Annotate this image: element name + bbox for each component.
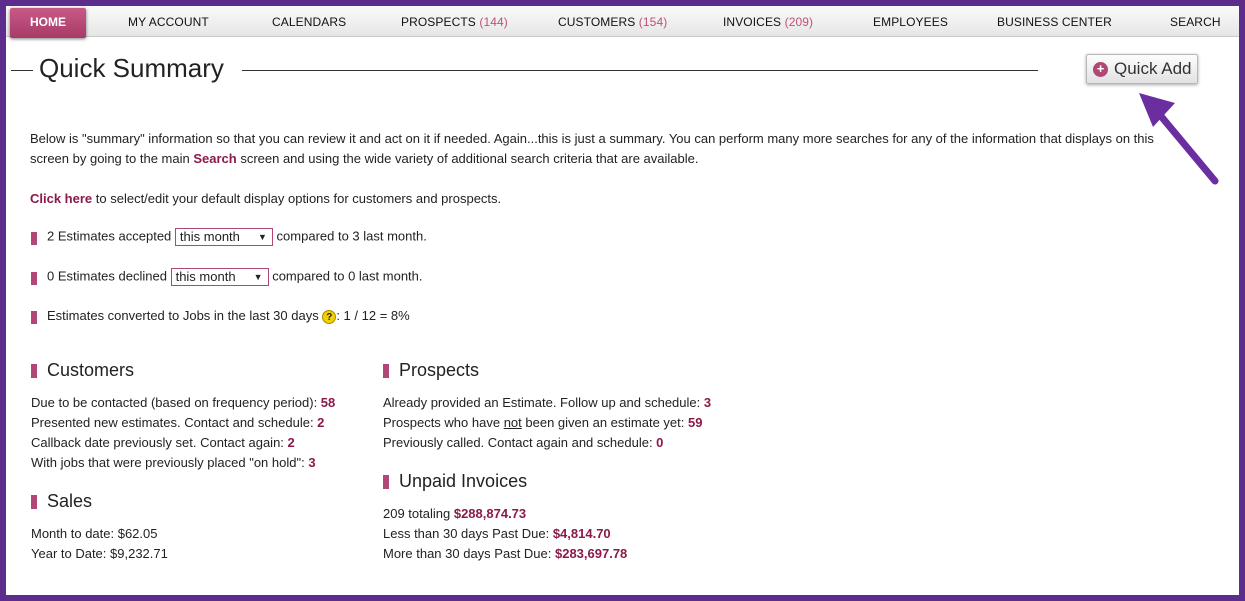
customers-due-row: Due to be contacted (based on frequency …: [31, 395, 335, 410]
title-rule-right: [242, 70, 1038, 71]
customers-onhold-value[interactable]: 3: [308, 455, 315, 470]
unpaid-total-row: 209 totaling $288,874.73: [383, 506, 526, 521]
prospects-heading: Prospects: [399, 360, 480, 380]
customers-callback-row: Callback date previously set. Contact ag…: [31, 435, 295, 450]
intro-line-2: screen by going to the main Search scree…: [30, 151, 698, 166]
nav-invoices[interactable]: INVOICES (209): [723, 6, 813, 36]
section-bar: [383, 364, 389, 378]
help-icon[interactable]: ?: [322, 309, 337, 324]
nav-customers-label: CUSTOMERS: [558, 15, 636, 29]
display-options-text: to select/edit your default display opti…: [92, 191, 502, 206]
estimates-converted-row: Estimates converted to Jobs in the last …: [47, 308, 410, 324]
estimates-declined-compare: compared to 0 last month.: [272, 268, 423, 284]
nav-prospects-label: PROSPECTS: [401, 15, 476, 29]
prospects-called-value[interactable]: 0: [656, 435, 663, 450]
section-bar: [383, 475, 389, 489]
sales-heading: Sales: [47, 491, 93, 511]
nav-business-center-label: BUSINESS CENTER: [997, 15, 1112, 29]
customers-heading: Customers: [47, 360, 135, 380]
estimates-accepted-select[interactable]: this month ▼: [174, 228, 273, 246]
nav-employees[interactable]: EMPLOYEES: [873, 6, 948, 36]
section-bar: [31, 495, 37, 509]
sales-year-row: Year to Date: $9,232.71: [31, 546, 168, 561]
customers-presented-row: Presented new estimates. Contact and sch…: [31, 415, 324, 430]
display-options-line: Click here to select/edit your default d…: [30, 191, 501, 206]
prospects-provided-value[interactable]: 3: [704, 395, 711, 410]
nav-customers[interactable]: CUSTOMERS (154): [558, 6, 667, 36]
estimates-accepted-text: 2 Estimates accepted: [47, 228, 172, 244]
unpaid-lt30-row: Less than 30 days Past Due: $4,814.70: [383, 526, 611, 541]
main-nav: HOME MY ACCOUNT CALENDARS PROSPECTS (144…: [6, 6, 1239, 38]
intro-line-1: Below is "summary" information so that y…: [30, 131, 1154, 146]
nav-search[interactable]: SEARCH: [1170, 6, 1221, 36]
nav-customers-count: (154): [638, 15, 668, 29]
intro-line-2-post: screen and using the wide variety of add…: [236, 151, 699, 166]
quick-add-label: Quick Add: [1114, 59, 1192, 78]
search-link[interactable]: Search: [193, 151, 236, 166]
prospects-not-given-value[interactable]: 59: [688, 415, 702, 430]
unpaid-gt30-value[interactable]: $283,697.78: [555, 546, 627, 561]
nav-search-label: SEARCH: [1170, 15, 1221, 29]
bullet-bar: [31, 311, 37, 324]
prospects-not-given-underline: not: [503, 415, 522, 430]
unpaid-gt30-label: More than 30 days Past Due:: [383, 546, 555, 561]
unpaid-gt30-row: More than 30 days Past Due: $283,697.78: [383, 546, 627, 561]
estimates-converted-text: Estimates converted to Jobs in the last …: [47, 308, 319, 323]
unpaid-lt30-value[interactable]: $4,814.70: [553, 526, 611, 541]
unpaid-heading: Unpaid Invoices: [399, 471, 528, 491]
nav-calendars[interactable]: CALENDARS: [272, 6, 346, 36]
prospects-provided-row: Already provided an Estimate. Follow up …: [383, 395, 711, 410]
click-here-link[interactable]: Click here: [30, 191, 92, 206]
prospects-called-row: Previously called. Contact again and sch…: [383, 435, 663, 450]
nav-my-account-label: MY ACCOUNT: [128, 15, 209, 29]
customers-presented-label: Presented new estimates. Contact and sch…: [31, 415, 318, 430]
nav-prospects-count: (144): [479, 15, 508, 29]
customers-onhold-label: With jobs that were previously placed "o…: [31, 455, 309, 470]
sales-month-row: Month to date: $62.05: [31, 526, 158, 541]
chevron-down-icon: ▼: [258, 232, 267, 242]
unpaid-total-value[interactable]: $288,874.73: [454, 506, 526, 521]
prospects-not-given-pre: Prospects who have: [383, 415, 504, 430]
customers-onhold-row: With jobs that were previously placed "o…: [31, 455, 316, 470]
bullet-bar: [31, 232, 37, 245]
intro-line-2-pre: screen by going to the main: [30, 151, 194, 166]
estimates-accepted-select-value: this month: [179, 229, 240, 244]
unpaid-lt30-label: Less than 30 days Past Due:: [383, 526, 553, 541]
nav-home[interactable]: HOME: [10, 8, 86, 38]
estimates-converted-ratio: : 1 / 12 = 8%: [336, 308, 410, 323]
app-frame: HOME MY ACCOUNT CALENDARS PROSPECTS (144…: [6, 6, 1239, 595]
customers-callback-value[interactable]: 2: [288, 435, 295, 450]
nav-invoices-label: INVOICES: [723, 15, 782, 29]
nav-my-account[interactable]: MY ACCOUNT: [128, 6, 209, 36]
bullet-bar: [31, 272, 37, 285]
customers-due-label: Due to be contacted (based on frequency …: [31, 395, 321, 410]
nav-invoices-count: (209): [784, 15, 814, 29]
unpaid-total-label: 209 totaling: [383, 506, 454, 521]
customers-due-value[interactable]: 58: [321, 395, 335, 410]
nav-business-center[interactable]: BUSINESS CENTER: [997, 6, 1112, 36]
chevron-down-icon: ▼: [253, 272, 263, 282]
plus-icon: +: [1093, 62, 1108, 77]
prospects-called-label: Previously called. Contact again and sch…: [383, 435, 657, 450]
estimates-declined-select[interactable]: this month ▼: [170, 268, 269, 286]
nav-calendars-label: CALENDARS: [272, 15, 347, 29]
customers-callback-label: Callback date previously set. Contact ag…: [31, 435, 288, 450]
prospects-not-given-row: Prospects who have not been given an est…: [383, 415, 702, 430]
page-title: Quick Summary: [39, 53, 224, 83]
estimates-accepted-compare: compared to 3 last month.: [276, 228, 427, 244]
estimates-declined-row: 0 Estimates declined this month ▼ compare…: [47, 268, 423, 286]
title-rule-left: [11, 70, 33, 71]
customers-presented-value[interactable]: 2: [317, 415, 324, 430]
estimates-accepted-row: 2 Estimates accepted this month ▼ compare…: [47, 228, 427, 246]
nav-prospects[interactable]: PROSPECTS (144): [401, 6, 508, 36]
nav-employees-label: EMPLOYEES: [873, 15, 948, 29]
prospects-provided-label: Already provided an Estimate. Follow up …: [383, 395, 704, 410]
section-bar: [31, 364, 37, 378]
estimates-declined-select-value: this month: [175, 269, 236, 284]
estimates-declined-text: 0 Estimates declined: [47, 268, 167, 284]
quick-add-button[interactable]: + Quick Add: [1086, 54, 1198, 84]
prospects-not-given-post: been given an estimate yet:: [521, 415, 688, 430]
